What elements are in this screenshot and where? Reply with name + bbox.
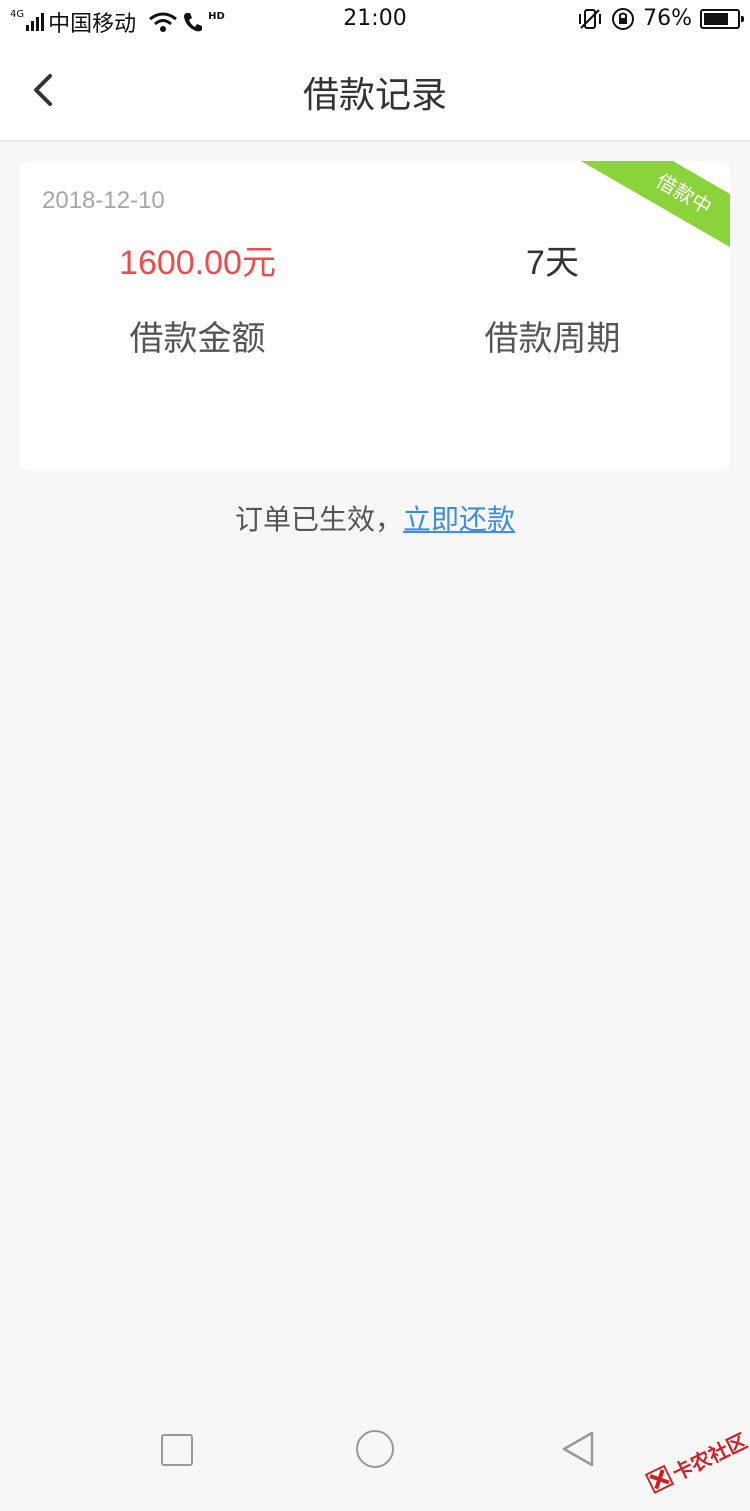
circle-icon[interactable] bbox=[356, 1430, 394, 1468]
loan-record-card[interactable]: 2018-12-10 借款中 1600.00元 借款金额 7天 借款周期 bbox=[20, 161, 730, 471]
loan-amount: 1600.00元 bbox=[119, 244, 276, 282]
repay-now-link[interactable]: 立即还款 bbox=[403, 503, 515, 536]
battery-icon bbox=[700, 8, 744, 29]
order-notice: 订单已生效，立即还款 bbox=[0, 498, 750, 538]
battery-percent: 76% bbox=[643, 6, 692, 31]
rotation-lock-icon bbox=[612, 7, 635, 30]
order-status-text: 订单已生效， bbox=[234, 503, 403, 536]
status-bar-right: 76% bbox=[577, 6, 744, 31]
nav-header: 借款记录 bbox=[0, 40, 750, 142]
period-column: 7天 借款周期 bbox=[375, 241, 730, 360]
loan-date: 2018-12-10 bbox=[42, 187, 165, 214]
page-title: 借款记录 bbox=[302, 75, 447, 116]
vibrate-icon bbox=[579, 8, 602, 29]
loan-period-label: 借款周期 bbox=[484, 319, 621, 359]
battery-level bbox=[704, 12, 728, 25]
system-nav-bar bbox=[0, 1410, 750, 1490]
status-bar: 4G 中国移动 HD 21:00 76% bbox=[0, 0, 750, 40]
loan-period: 7天 bbox=[526, 244, 579, 282]
triangle-back-icon[interactable] bbox=[560, 1430, 596, 1468]
amount-column: 1600.00元 借款金额 bbox=[20, 241, 375, 360]
loan-amount-label: 借款金额 bbox=[129, 319, 266, 359]
square-icon[interactable] bbox=[161, 1434, 193, 1466]
